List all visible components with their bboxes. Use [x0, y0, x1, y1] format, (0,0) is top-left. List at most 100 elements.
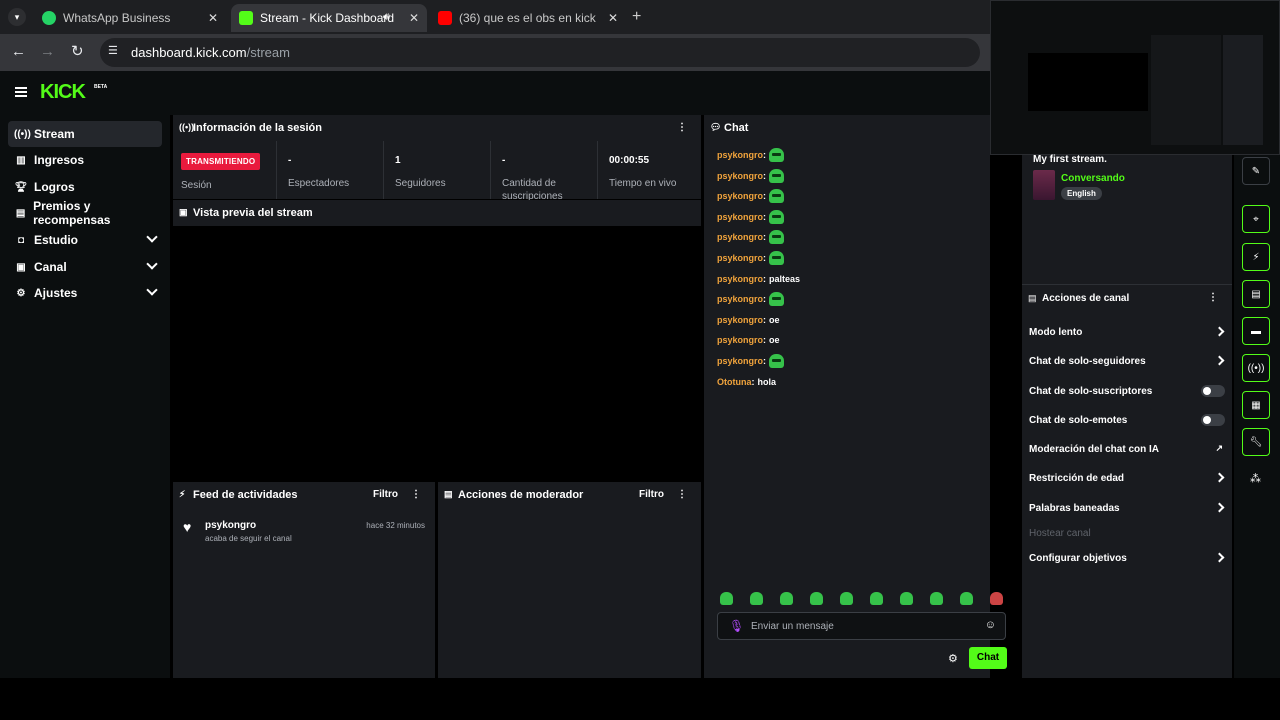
chat-username[interactable]: psykongro [717, 335, 763, 345]
emote-icon[interactable] [930, 592, 943, 605]
more-options-icon[interactable]: ⋮ [411, 489, 421, 500]
tab-whatsapp[interactable]: WhatsApp Business ✕ [34, 4, 226, 32]
emote-icon[interactable] [960, 592, 973, 605]
close-icon[interactable]: ✕ [409, 11, 419, 25]
site-info-icon[interactable]: ☰ [108, 44, 118, 57]
kick-logo[interactable]: KICK [40, 81, 86, 104]
emote-icon[interactable] [810, 592, 823, 605]
close-icon[interactable]: ✕ [608, 11, 618, 25]
sidebar-item-estudio[interactable]: ◘ Estudio [8, 227, 162, 253]
emote-icon[interactable] [750, 592, 763, 605]
document-icon[interactable]: ▤ [1242, 280, 1270, 308]
extensions-icon[interactable]: ⁂ [1250, 472, 1261, 485]
action-banned-words[interactable]: Palabras baneadas [1029, 499, 1225, 517]
chat-username[interactable]: psykongro [717, 356, 763, 366]
emote-icon[interactable] [780, 592, 793, 605]
tab-title: WhatsApp Business [63, 11, 171, 25]
close-icon[interactable]: ✕ [208, 11, 218, 25]
hamburger-menu-icon[interactable] [15, 87, 27, 97]
chevron-right-icon [1214, 355, 1225, 366]
emote-icon[interactable] [720, 592, 733, 605]
action-label: Chat de solo-seguidores [1029, 355, 1146, 367]
subscribers-only-toggle[interactable] [1201, 385, 1225, 397]
preview-icon: ▣ [179, 207, 188, 217]
sidebar-item-logros[interactable]: 🏆︎ Logros [8, 174, 162, 200]
filter-button[interactable]: Filtro [373, 489, 398, 500]
url-text[interactable]: dashboard.kick.com/stream [131, 45, 290, 60]
chat-username[interactable]: psykongro [717, 315, 763, 325]
action-label: Chat de solo-suscriptores [1029, 385, 1153, 397]
speaker-icon[interactable]: 🔊︎ [383, 11, 390, 24]
emote-icon[interactable] [900, 592, 913, 605]
filter-button[interactable]: Filtro [639, 489, 664, 500]
chat-username[interactable]: psykongro [717, 150, 763, 160]
sidebar-item-label: Ingresos [34, 153, 85, 167]
chat-username[interactable]: Ototuna [717, 377, 752, 387]
chat-username[interactable]: psykongro [717, 294, 763, 304]
chevron-down-icon [146, 258, 158, 270]
status-badge: TRANSMITIENDO [181, 153, 261, 170]
action-ai-moderation[interactable]: Moderación del chat con IA ↗ [1029, 440, 1225, 458]
emote-icon[interactable] [990, 592, 1003, 605]
activity-user[interactable]: psykongro [205, 520, 256, 531]
sidebar-item-label: Estudio [34, 233, 78, 247]
microphone-icon[interactable]: 🎙︎ [729, 619, 744, 633]
chat-send-button[interactable]: Chat [969, 647, 1007, 669]
tab-kick-dashboard[interactable]: Stream - Kick Dashboard 🔊︎ ✕ [231, 4, 427, 32]
panel-header: ⚡︎ Feed de actividades Filtro ⋮ [173, 482, 435, 508]
chat-settings-icon[interactable]: ⚙︎ [948, 652, 958, 665]
action-followers-only[interactable]: Chat de solo-seguidores [1029, 352, 1225, 370]
chat-separator: : [763, 335, 767, 346]
category-thumbnail[interactable] [1033, 170, 1055, 200]
chat-input-placeholder: Enviar un mensaje [751, 621, 834, 632]
action-age-restriction[interactable]: Restricción de edad [1029, 469, 1225, 487]
sidebar-item-stream[interactable]: ((•)) Stream [8, 121, 162, 147]
action-slow-mode[interactable]: Modo lento [1029, 323, 1225, 341]
emote-icon[interactable] [870, 592, 883, 605]
wrench-icon[interactable]: 🔧︎ [1242, 428, 1270, 456]
tab-youtube[interactable]: (36) que es el obs en kick - You ✕ [430, 4, 626, 32]
action-emotes-only[interactable]: Chat de solo-emotes [1029, 411, 1225, 429]
back-arrow-icon[interactable]: ← [11, 43, 26, 60]
chat-separator: : [763, 150, 767, 160]
chat-separator: : [763, 356, 767, 366]
more-options-icon[interactable]: ⋮ [1208, 292, 1218, 303]
chat-username[interactable]: psykongro [717, 253, 763, 263]
layout-icon[interactable]: ▦ [1242, 391, 1270, 419]
chat-username[interactable]: psykongro [717, 191, 763, 201]
chat-username[interactable]: psykongro [717, 274, 763, 284]
sidebar-item-premios[interactable]: ▤ Premios y recompensas [8, 199, 162, 227]
emote-icon[interactable] [840, 592, 853, 605]
emotes-only-toggle[interactable] [1201, 414, 1225, 426]
chat-message: psykongro: [717, 147, 785, 163]
broadcast-icon[interactable]: ((•)) [1242, 354, 1270, 382]
chat-message: psykongro: [717, 229, 785, 245]
chat-message: psykongro: [717, 188, 785, 204]
tab-list-dropdown[interactable]: ▾ [8, 8, 26, 26]
chat-message: psykongro: [717, 353, 785, 369]
new-tab-icon[interactable]: + [632, 8, 641, 26]
chart-icon: ▥ [16, 154, 26, 166]
more-options-icon[interactable]: ⋮ [677, 489, 687, 500]
stat-live-time: 00:00:55 Tiempo en vivo [598, 141, 701, 199]
edit-icon[interactable]: ✎ [1242, 157, 1270, 185]
action-goals[interactable]: Configurar objetivos [1029, 549, 1225, 567]
sidebar-item-ajustes[interactable]: ⚙︎ Ajustes [8, 280, 162, 306]
chat-bubble-icon[interactable]: ▬ [1242, 317, 1270, 345]
forward-arrow-icon[interactable]: → [40, 43, 55, 60]
chat-username[interactable]: psykongro [717, 232, 763, 242]
reload-icon[interactable]: ↻ [71, 42, 84, 60]
emoji-icon[interactable]: ☺ [985, 619, 996, 631]
action-subscribers-only[interactable]: Chat de solo-suscriptores [1029, 382, 1225, 400]
chat-username[interactable]: psykongro [717, 212, 763, 222]
sidebar-item-ingresos[interactable]: ▥ Ingresos [8, 147, 162, 173]
category-link[interactable]: Conversando [1061, 173, 1125, 184]
sidebar-item-canal[interactable]: ▣ Canal [8, 254, 162, 280]
more-options-icon[interactable]: ⋮ [677, 122, 687, 133]
broadcast-icon: ((•)) [179, 122, 195, 132]
chat-username[interactable]: psykongro [717, 171, 763, 181]
chat-input[interactable]: 🎙︎ Enviar un mensaje ☺ [717, 612, 1006, 640]
lightning-icon[interactable]: ⚡︎ [1242, 243, 1270, 271]
focus-icon[interactable]: ⌖ [1242, 205, 1270, 233]
sidebar-item-label: Canal [34, 260, 67, 274]
